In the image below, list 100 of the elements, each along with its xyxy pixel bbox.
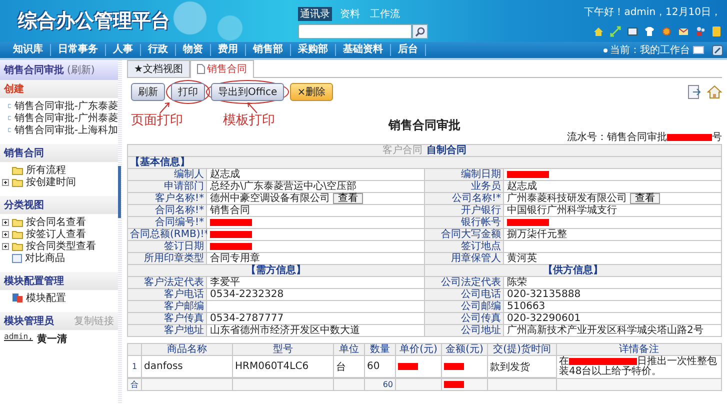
nav-item[interactable]: 采购部	[291, 44, 336, 56]
field-value: 中国银行广州科学城支行	[507, 205, 617, 216]
people-icon[interactable]	[695, 26, 706, 37]
field-value: 510663	[507, 301, 546, 312]
section-heading: 销售合同	[0, 144, 118, 162]
folder-icon	[12, 230, 23, 238]
nav-item[interactable]: 基础资料	[336, 44, 391, 56]
field-label: 编制日期	[425, 169, 503, 180]
export-icon[interactable]	[688, 85, 701, 99]
tree-item[interactable]: 对比商品	[25, 251, 65, 265]
tree-item[interactable]: 按合同名查看	[26, 215, 86, 229]
tree-item[interactable]: 销售合同审批-上海科加	[14, 123, 118, 137]
field-label: 合同名称!*	[128, 205, 206, 216]
tree-item[interactable]: 模块配置	[26, 291, 66, 305]
redaction-bar	[398, 363, 418, 370]
field-label: 公司邮编	[425, 301, 503, 312]
refresh-link[interactable]: (刷新)	[67, 63, 95, 77]
nav-item[interactable]: 行政	[141, 44, 176, 56]
redaction-bar	[444, 381, 464, 388]
field-label: 公司电话	[425, 289, 503, 300]
toolbar-button[interactable]: 打印	[171, 83, 205, 101]
tab[interactable]: 销售合同	[190, 60, 254, 78]
field-value: 合同专用章	[210, 253, 260, 264]
page-icon	[12, 254, 22, 262]
bullet-icon	[603, 48, 608, 52]
field-label: 申请部门	[128, 181, 206, 192]
field-label: 银行帐号	[425, 217, 503, 228]
field-label: 签订日期	[128, 241, 206, 252]
redaction-bar	[444, 363, 464, 370]
toolbar-button[interactable]: 导出到Office	[211, 83, 284, 101]
column-header: 单价(元)	[396, 344, 441, 355]
annotation-text: 模板打印	[223, 112, 275, 129]
view-button[interactable]: 查看	[333, 193, 363, 204]
remark-text: 在 日推出一次性整包装48台以上给予特价。	[557, 356, 721, 378]
arrows-icon[interactable]	[610, 26, 621, 37]
table-cell: HRM060T4LC6	[233, 356, 333, 377]
card-icon[interactable]	[627, 26, 638, 37]
folder-icon	[12, 166, 23, 174]
shirt-icon[interactable]	[644, 26, 655, 37]
field-value: 德州中豪空调设备有限公司	[210, 193, 330, 204]
tree-item[interactable]: 销售合同审批-广东泰菱	[14, 99, 118, 113]
folder-icon	[12, 242, 23, 250]
envelope-icon[interactable]	[678, 26, 689, 37]
nav-item[interactable]: 日常事务	[51, 44, 106, 56]
note-icon[interactable]	[712, 26, 721, 37]
field-label: 业务员	[425, 181, 503, 192]
admin-name: 黄一清	[36, 332, 67, 346]
section-heading: 分类视图	[0, 196, 118, 214]
tab[interactable]: ★文档视图	[127, 60, 190, 77]
column-header: 交(提)货时间	[488, 344, 556, 355]
serial-suffix: 号	[712, 132, 722, 143]
field-label: 编制人	[128, 169, 206, 180]
tree-item[interactable]: 按合同类型查看	[26, 239, 96, 253]
admin-user-link[interactable]: admin,	[4, 332, 33, 346]
section-title: 【供方信息】	[425, 265, 721, 276]
field-value: 020-32135888	[507, 289, 581, 300]
gear-icon[interactable]	[661, 26, 672, 37]
section-heading: 模块管理员	[4, 314, 54, 328]
total-label: 合	[128, 379, 141, 390]
field-label: 客户电话	[128, 289, 206, 300]
expand-icon[interactable]	[2, 218, 9, 226]
nav-item[interactable]: 知识库	[6, 44, 51, 56]
nav-item[interactable]: 物资	[176, 44, 211, 56]
home-icon[interactable]	[707, 85, 722, 99]
folder-icon	[12, 178, 23, 186]
expand-icon[interactable]	[2, 230, 9, 238]
expand-icon[interactable]	[2, 178, 9, 186]
annotation-text: 页面打印	[131, 112, 183, 129]
row-number: 1	[128, 356, 141, 377]
nav-item[interactable]: 后台	[391, 44, 426, 56]
section-heading: 创建	[0, 80, 118, 98]
contract-type-tab[interactable]: 自制合同	[426, 145, 466, 156]
field-value: 李爱平	[210, 277, 240, 288]
view-button[interactable]: 查看	[630, 193, 660, 204]
field-value: 山东省德州市经济开发区中数大道	[210, 325, 360, 336]
field-label: 公司传真	[425, 313, 503, 324]
tree-item[interactable]: 所有流程	[26, 163, 66, 177]
home-icon[interactable]	[593, 26, 604, 37]
monitor-icon[interactable]	[693, 46, 704, 54]
folder-icon	[12, 218, 23, 226]
toolbar-button[interactable]: 刷新	[131, 83, 165, 101]
toolbar-button[interactable]: ×删除	[290, 83, 333, 101]
sidebar-title: 销售合同审批	[4, 63, 64, 77]
expand-icon[interactable]	[2, 242, 9, 250]
field-label: 客户名称!*	[128, 193, 206, 204]
tree-item[interactable]: 销售合同审批-广州泰菱	[14, 111, 118, 125]
field-value: 赵志成	[210, 169, 240, 180]
top-link[interactable]: 通讯录	[298, 7, 332, 21]
search-field[interactable]	[298, 24, 412, 39]
tree-item[interactable]: 按创建时间	[26, 175, 76, 189]
edit-icon[interactable]	[712, 44, 723, 56]
field-label: 客户传真	[128, 313, 206, 324]
tree-item[interactable]: 按签订人查看	[26, 227, 86, 241]
splitter-handle[interactable]	[118, 166, 121, 218]
table-cell: danfoss	[142, 356, 232, 377]
search-button[interactable]	[412, 24, 428, 39]
nav-item[interactable]: 人事	[106, 44, 141, 56]
nav-item[interactable]: 销售部	[246, 44, 291, 56]
field-value: 0534-2232328	[210, 289, 284, 300]
nav-item[interactable]: 费用	[211, 44, 246, 56]
